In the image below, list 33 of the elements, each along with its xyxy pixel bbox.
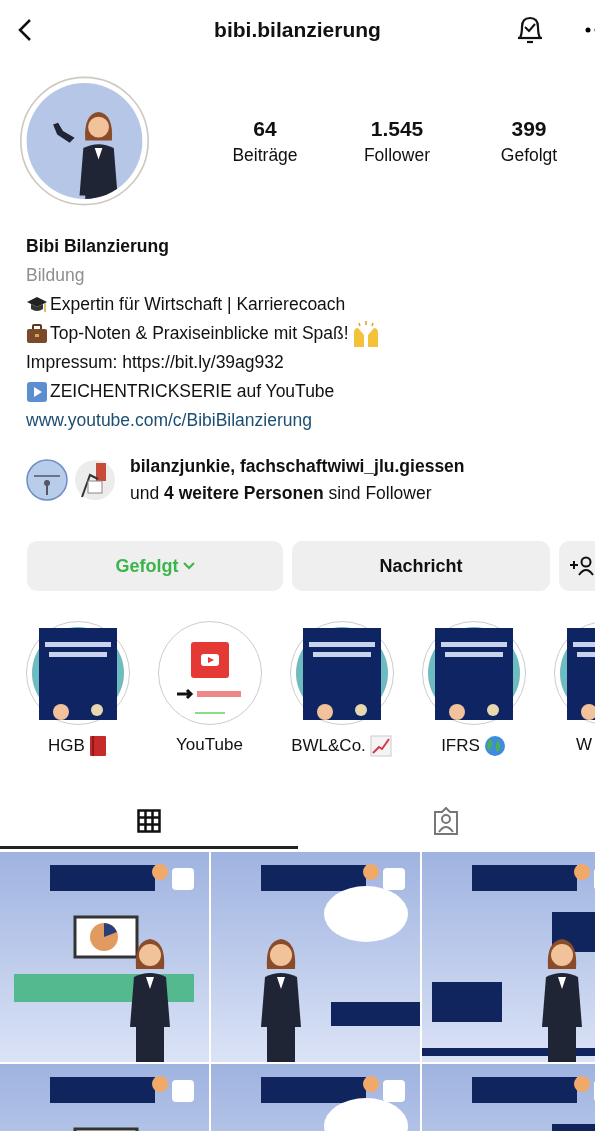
bio-text: Top-Noten & Praxiseinblicke mit Spaß!	[50, 322, 349, 345]
add-person-icon	[569, 556, 595, 576]
stat-count: 1.545	[370, 116, 424, 141]
bio-text: Impressum: https://bit.ly/39ag932	[26, 351, 284, 374]
globe-icon	[483, 735, 506, 757]
highlight-label: YouTube	[176, 735, 243, 755]
chevron-down-icon	[182, 562, 195, 570]
bell-icon[interactable]	[515, 14, 545, 46]
grid-icon	[136, 808, 161, 833]
chart-icon	[369, 735, 392, 757]
message-button[interactable]: Nachricht	[292, 541, 550, 591]
stat-count: 399	[511, 116, 547, 141]
profile-name: Bibi Bilanzierung	[26, 235, 170, 258]
highlight-label: HGB	[48, 736, 85, 756]
highlight-label: W	[576, 735, 593, 755]
bio-text: ZEICHENTRICKSERIE auf YouTube	[50, 380, 335, 403]
bio-text: Expertin für Wirtschaft | Karrierecoach	[50, 293, 346, 316]
highlight-label: IFRS	[441, 736, 480, 756]
followers-text: und 4 weitere Personen sind Follower	[130, 482, 433, 505]
tagged-person-icon	[433, 806, 460, 835]
stat-label: Gefolgt	[500, 144, 558, 166]
briefcase-icon	[26, 323, 48, 344]
back-icon[interactable]	[18, 18, 32, 42]
category-label: Bildung	[26, 264, 86, 287]
stat-count: 64	[253, 116, 277, 141]
stat-label: Follower	[363, 144, 431, 166]
highlight-label: BWL&Co.	[291, 736, 366, 756]
followers-text: bilanzjunkie, fachschaftwiwi_jlu.giessen	[130, 455, 465, 478]
book-icon	[88, 735, 107, 757]
play-icon	[26, 380, 48, 403]
stat-label: Beiträge	[232, 144, 298, 166]
website-link[interactable]: www.youtube.com/c/BibiBilanzierung	[26, 406, 312, 435]
username-title: bibi.bilanzierung	[214, 18, 381, 41]
